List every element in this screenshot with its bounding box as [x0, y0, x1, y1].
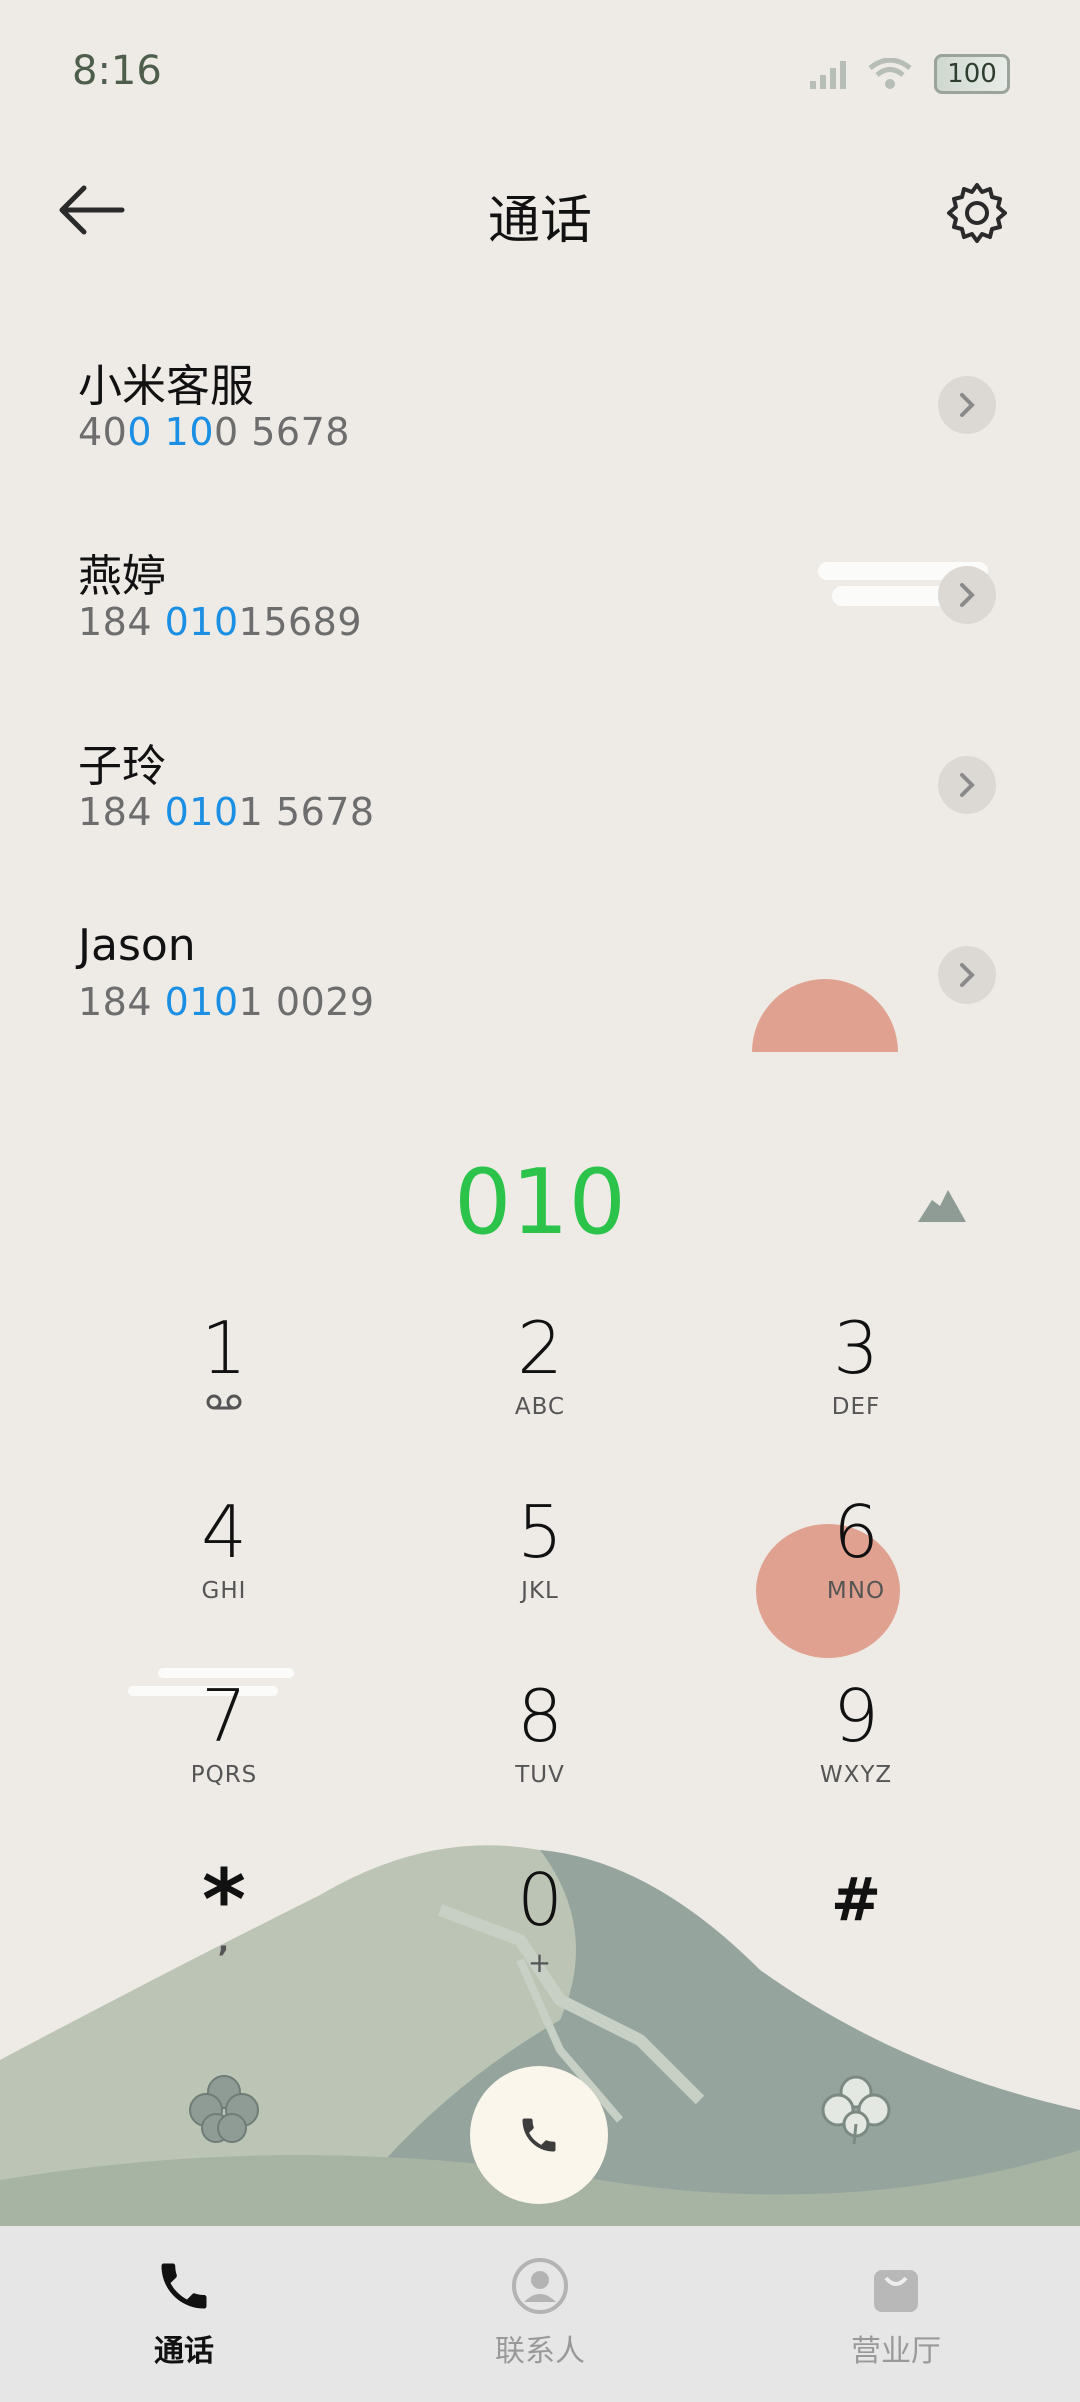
status-time: 8:16: [72, 48, 162, 94]
dial-key-4[interactable]: 4 GHI: [64, 1494, 384, 1674]
dial-key-5[interactable]: 5 JKL: [380, 1494, 700, 1674]
contact-detail-button[interactable]: [938, 756, 996, 814]
dial-key-8[interactable]: 8 TUV: [380, 1678, 700, 1858]
dial-key-star[interactable]: * ,: [64, 1858, 384, 2042]
dial-key-6[interactable]: 6 MNO: [696, 1494, 1016, 1674]
dial-key-2[interactable]: 2 ABC: [380, 1310, 700, 1490]
chevron-right-icon: [960, 963, 975, 987]
chevron-right-icon: [960, 393, 975, 417]
clover-button-left[interactable]: [186, 2072, 262, 2148]
contact-name: Jason: [78, 920, 196, 971]
dial-key-3[interactable]: 3 DEF: [696, 1310, 1016, 1490]
dial-key-0[interactable]: 0 +: [380, 1862, 700, 2042]
phone-icon: [522, 2118, 556, 2152]
contact-number: 184 0101 0029: [78, 980, 375, 1024]
gear-icon: [947, 183, 1007, 243]
clover-icon: [189, 2075, 259, 2143]
key-digit: 8: [517, 1674, 563, 1758]
key-digit: 0: [517, 1858, 563, 1942]
contact-name: 子玲: [78, 741, 166, 792]
contact-detail-button[interactable]: [938, 376, 996, 434]
contact-number: 400 100 5678: [78, 410, 350, 454]
key-letters: GHI: [201, 1578, 247, 1604]
key-letters: WXYZ: [819, 1762, 893, 1788]
nav-label: 通话: [154, 2334, 214, 2369]
key-digit: 5: [517, 1490, 563, 1574]
key-letters: TUV: [515, 1762, 565, 1788]
key-digit: 4: [201, 1490, 247, 1574]
call-button[interactable]: [470, 2066, 608, 2204]
chevron-right-icon: [960, 773, 975, 797]
contact-row[interactable]: Jason 184 0101 0029: [0, 890, 1080, 1080]
key-letters: DEF: [831, 1394, 881, 1420]
dial-key-hash[interactable]: #: [696, 1862, 1016, 2042]
key-digit: 9: [833, 1674, 879, 1758]
contact-icon: [512, 2258, 568, 2314]
contact-detail-button[interactable]: [938, 946, 996, 1004]
bottom-navigation: 通话 联系人 营业厅: [0, 2226, 1080, 2402]
contact-name: 燕婷: [78, 551, 166, 602]
dial-key-7[interactable]: 7 PQRS: [64, 1678, 384, 1858]
contact-row[interactable]: 燕婷 184 01015689: [0, 510, 1080, 700]
nav-tab-contacts[interactable]: 联系人: [420, 2256, 660, 2370]
key-letters: PQRS: [190, 1762, 258, 1788]
clover-icon: [821, 2075, 891, 2145]
contact-row[interactable]: 子玲 184 0101 5678: [0, 700, 1080, 890]
key-digit: 6: [833, 1490, 879, 1574]
contact-detail-button[interactable]: [938, 566, 996, 624]
key-letters: ,: [217, 1924, 231, 1959]
page-title: 通话: [487, 191, 592, 251]
dialed-number: 010: [454, 1150, 626, 1255]
contact-number: 184 0101 5678: [78, 790, 375, 834]
key-digit: #: [830, 1865, 882, 1935]
clover-button-right[interactable]: [818, 2072, 894, 2148]
key-digit: 2: [517, 1306, 563, 1390]
nav-tab-calls[interactable]: 通话: [64, 2256, 304, 2370]
dial-key-1[interactable]: 1: [64, 1310, 384, 1490]
key-letters: ABC: [514, 1394, 566, 1420]
contact-row[interactable]: 小米客服 400 100 5678: [0, 320, 1080, 510]
shop-bag-icon: [874, 2270, 918, 2312]
key-digit: 7: [201, 1674, 247, 1758]
wifi-icon: [868, 58, 912, 89]
contact-name: 小米客服: [78, 361, 254, 412]
status-icons: 100: [810, 54, 1010, 94]
key-letters: JKL: [521, 1578, 559, 1604]
voicemail-icon: [206, 1394, 242, 1410]
nav-label: 联系人: [495, 2334, 585, 2369]
key-digit: 1: [201, 1306, 247, 1390]
key-digit: 3: [833, 1306, 879, 1390]
signal-icon: [810, 61, 846, 89]
chevron-right-icon: [960, 583, 975, 607]
settings-button[interactable]: [944, 180, 1010, 246]
nav-tab-store[interactable]: 营业厅: [776, 2256, 1016, 2370]
key-letters: +: [527, 1946, 553, 1979]
nav-label: 营业厅: [851, 2334, 941, 2369]
phone-icon: [161, 2263, 207, 2309]
battery-indicator: 100: [934, 54, 1010, 94]
dial-key-9[interactable]: 9 WXYZ: [696, 1678, 1016, 1858]
key-letters: MNO: [826, 1578, 886, 1604]
contact-number: 184 01015689: [78, 600, 363, 644]
